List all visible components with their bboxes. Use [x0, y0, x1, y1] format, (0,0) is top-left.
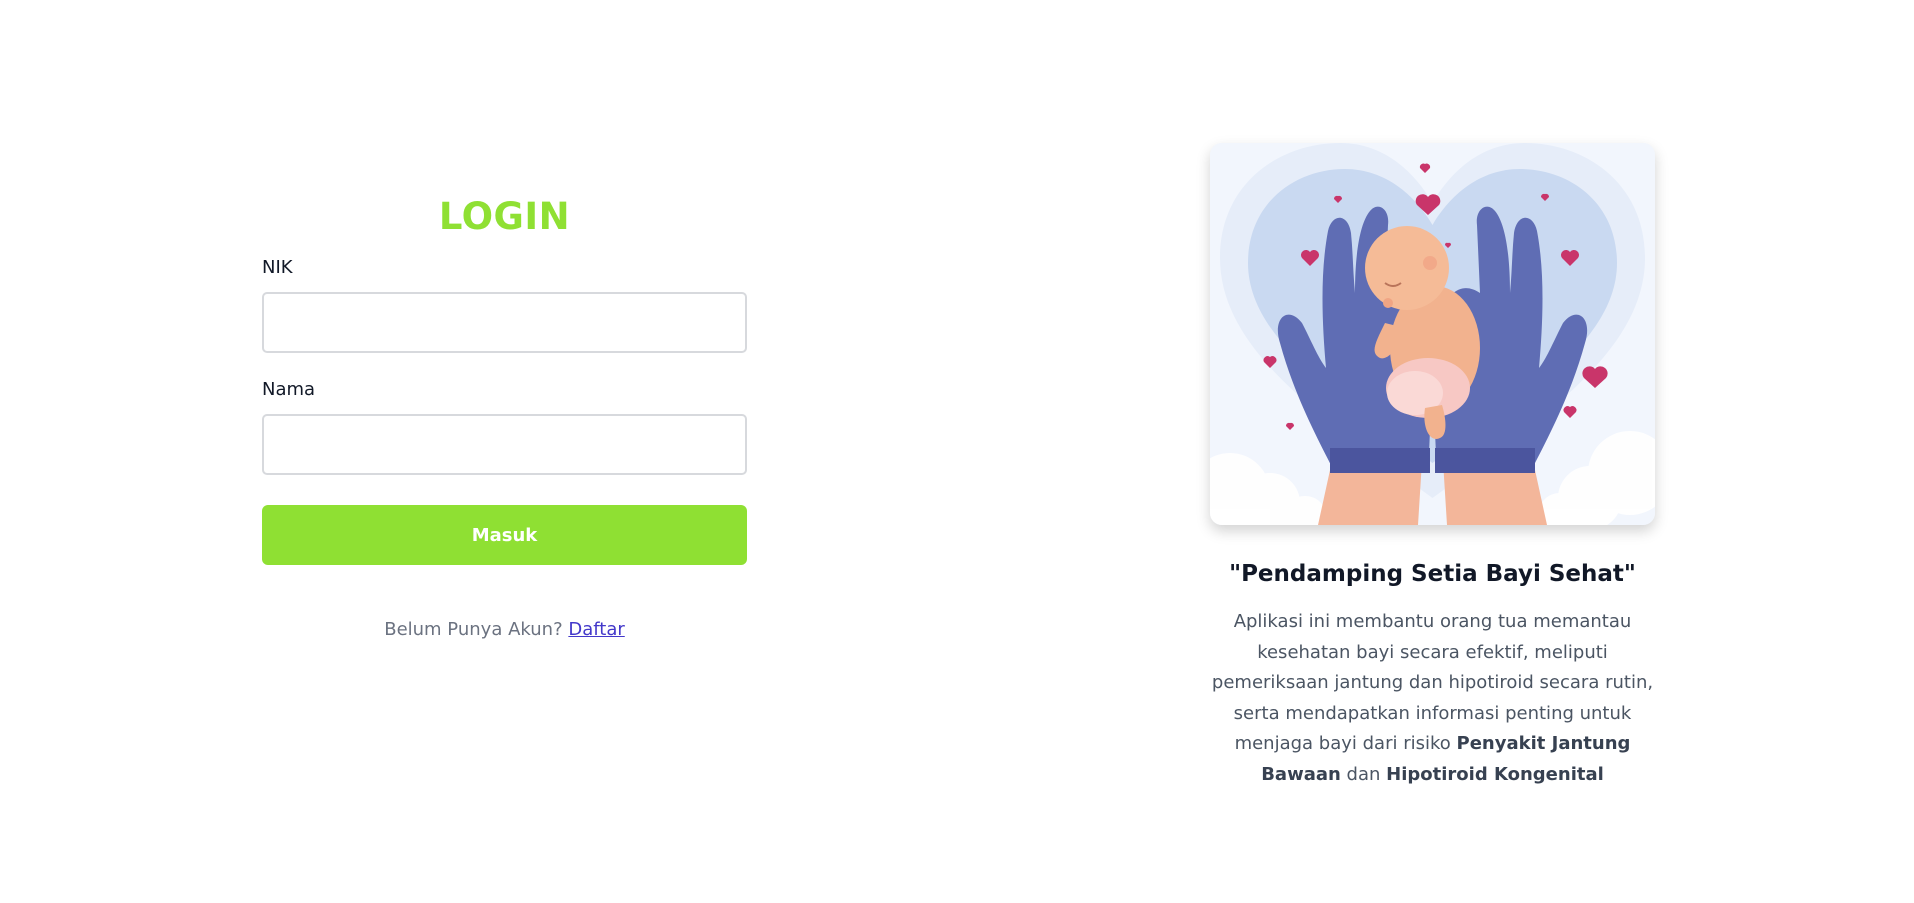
info-panel: "Pendamping Setia Bayi Sehat" Aplikasi i…: [1210, 143, 1655, 790]
nik-label: NIK: [262, 257, 293, 278]
masuk-button[interactable]: Masuk: [262, 505, 747, 565]
daftar-link[interactable]: Daftar: [568, 619, 624, 640]
tagline: "Pendamping Setia Bayi Sehat": [1229, 561, 1636, 587]
login-page: LOGIN NIK Nama Masuk Belum Punya Akun? D…: [0, 0, 1914, 903]
login-title: LOGIN: [438, 195, 571, 238]
register-line: Belum Punya Akun? Daftar: [262, 618, 747, 642]
nama-input[interactable]: [262, 414, 747, 475]
app-description: Aplikasi ini membantu orang tua memantau…: [1210, 607, 1655, 790]
nik-input[interactable]: [262, 292, 747, 353]
description-conjunction: dan: [1346, 763, 1381, 785]
register-prompt: Belum Punya Akun?: [384, 619, 563, 640]
nama-label: Nama: [262, 379, 316, 400]
highlight-congenital-hypothyroidism: Hipotiroid Kongenital: [1386, 763, 1604, 785]
login-form: LOGIN NIK Nama Masuk Belum Punya Akun? D…: [262, 195, 747, 642]
hands-holding-baby-illustration: [1210, 143, 1655, 525]
